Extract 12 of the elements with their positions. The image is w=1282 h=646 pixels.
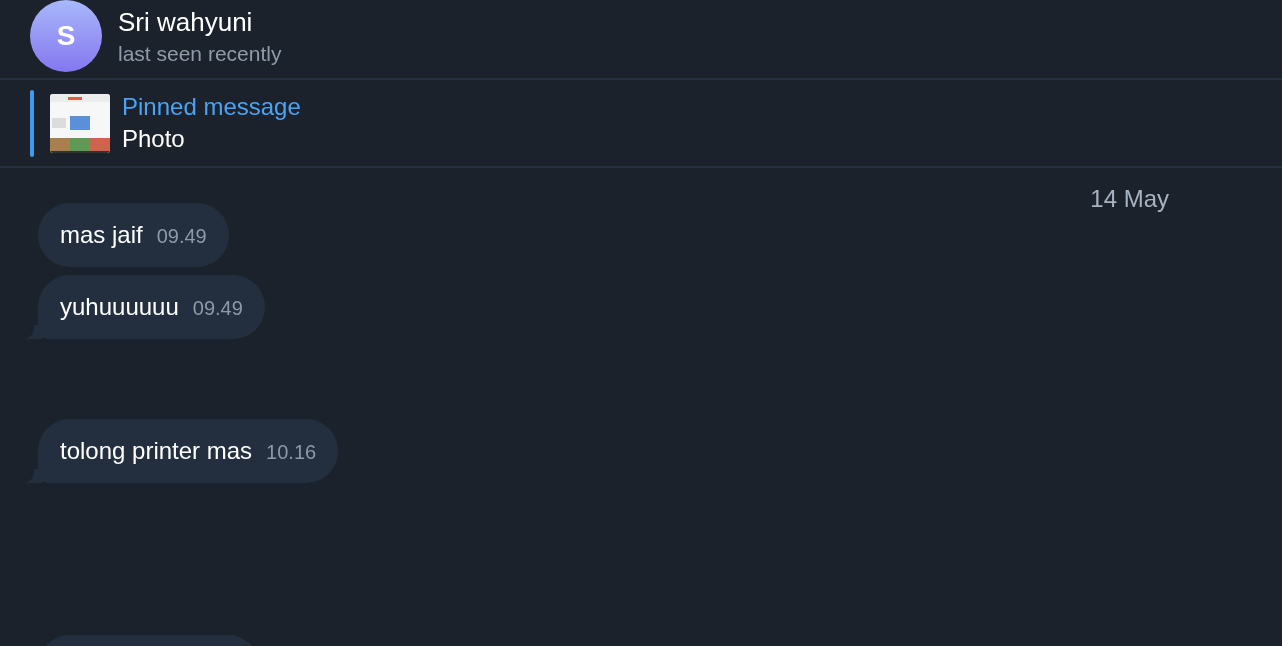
pinned-title[interactable]: Pinned message bbox=[122, 93, 301, 121]
date-label: 14 May bbox=[1090, 185, 1169, 213]
pinned-accent-bar bbox=[30, 89, 34, 157]
message-time: 10.16 bbox=[266, 440, 317, 465]
pinned-text: Photo bbox=[122, 125, 186, 153]
message-text: mas jaif bbox=[60, 220, 143, 250]
last-seen-status: last seen recently bbox=[118, 41, 282, 66]
message-text: tolong printer mas bbox=[60, 436, 253, 466]
message-time: 09.49 bbox=[192, 296, 243, 321]
message-text: yuhuuuuuu bbox=[60, 292, 179, 322]
contact-name: Sri wahyuni bbox=[118, 6, 254, 38]
message-time: 09.49 bbox=[156, 224, 207, 249]
